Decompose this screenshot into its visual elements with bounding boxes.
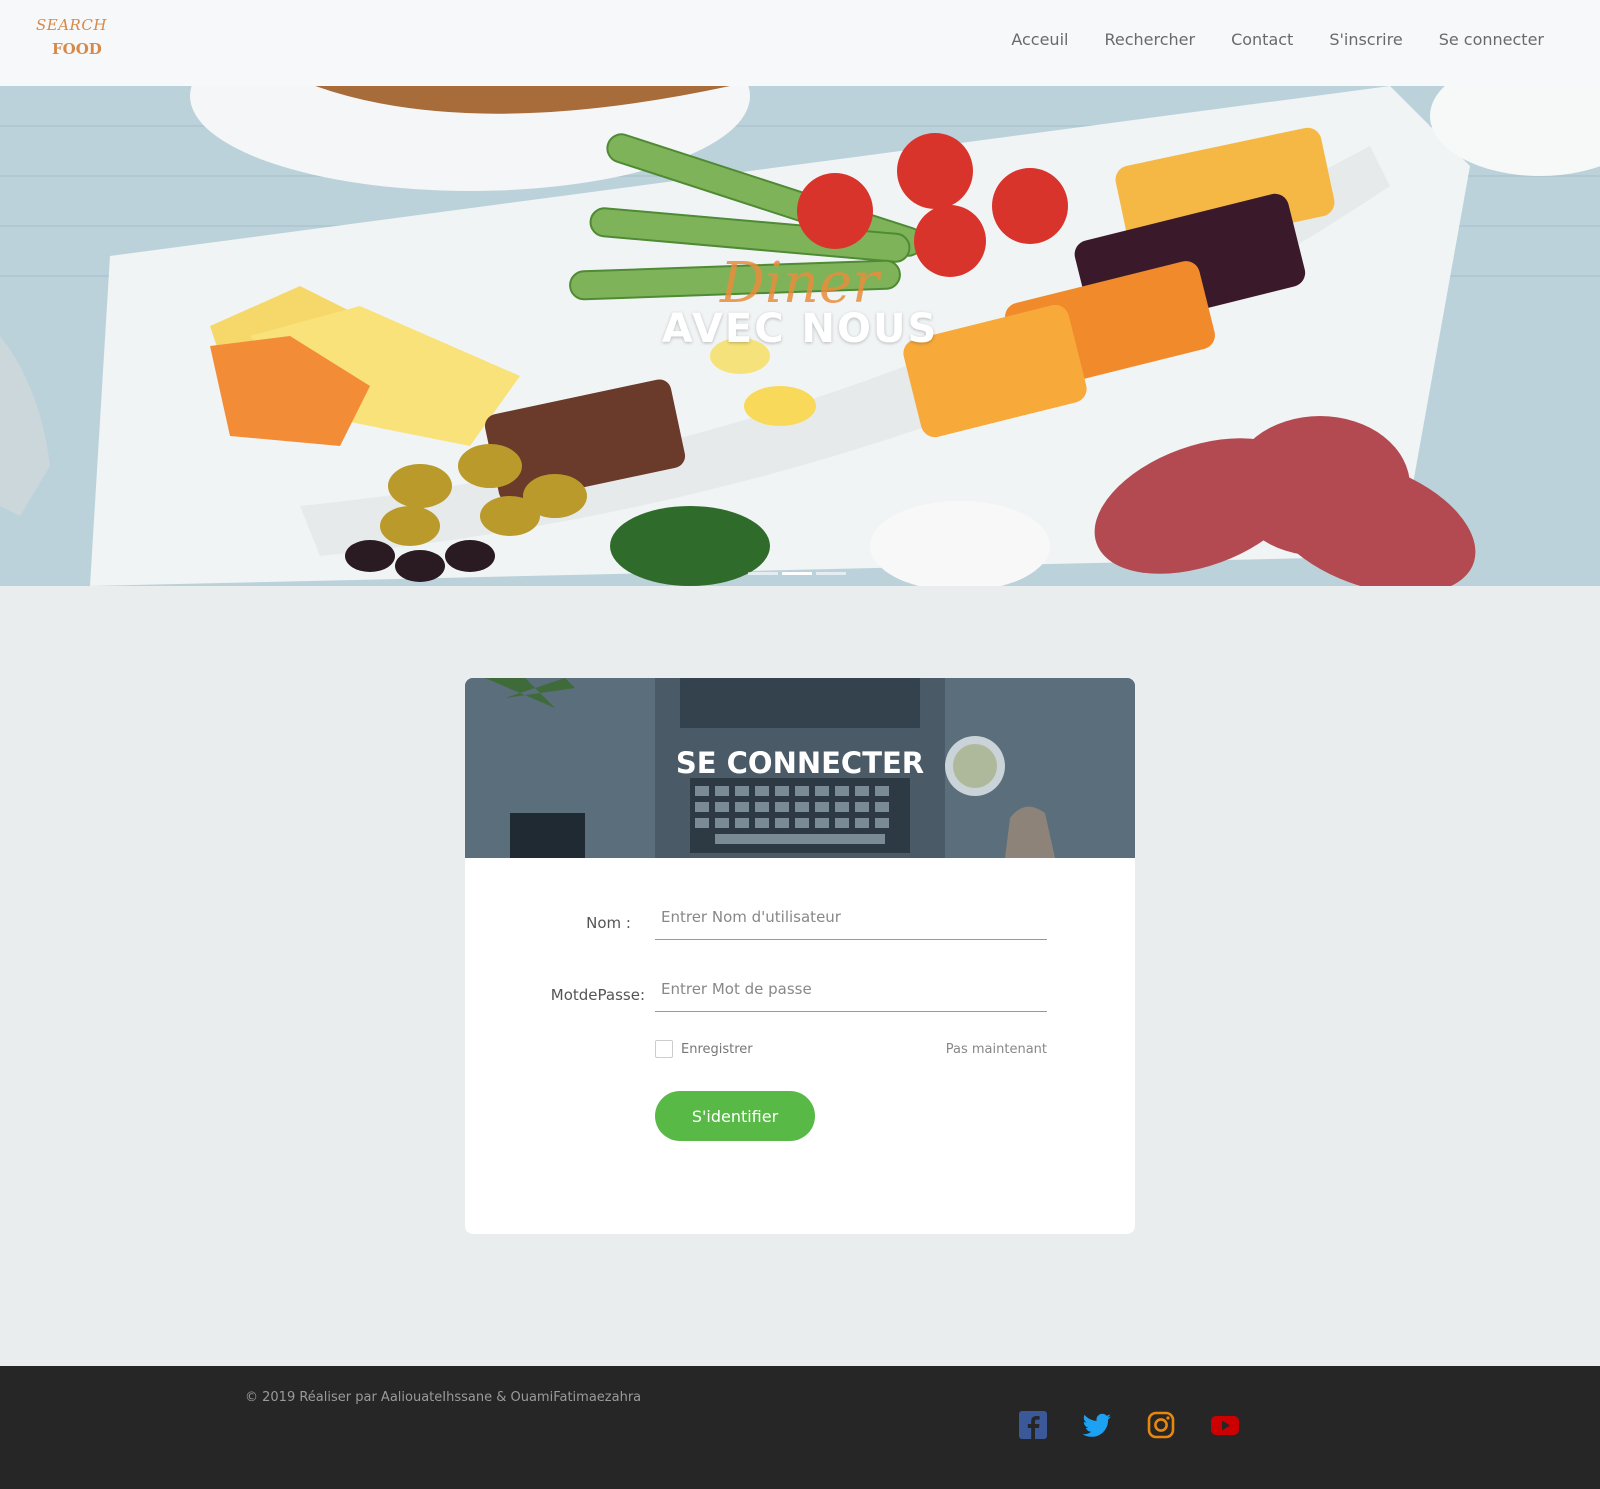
site-footer: © 2019 Réaliser par AaliouateIhssane & O… (0, 1366, 1600, 1489)
site-header: SEARCH FOOD Acceuil Rechercher Contact S… (0, 0, 1600, 86)
login-card-header: SE CONNECTER (465, 678, 1135, 858)
not-now-link[interactable]: Pas maintenant (946, 1042, 1047, 1057)
remember-label: Enregistrer (681, 1041, 753, 1057)
facebook-icon[interactable] (1018, 1410, 1048, 1440)
nav-item-contact[interactable]: Contact (1231, 30, 1293, 49)
carousel-dot-active[interactable] (782, 572, 812, 575)
login-card: SE CONNECTER Nom : MotdePasse: Enregistr… (465, 678, 1135, 1234)
nav-item-rechercher[interactable]: Rechercher (1104, 30, 1195, 49)
logo-line-1: SEARCH (36, 16, 107, 34)
nav-item-sinscrire[interactable]: S'inscrire (1329, 30, 1402, 49)
carousel-indicators (748, 572, 846, 575)
site-logo[interactable]: SEARCH FOOD (36, 16, 108, 64)
remember-me-group: Enregistrer (655, 1040, 753, 1058)
carousel-dot[interactable] (816, 572, 846, 575)
nav-item-se-connecter[interactable]: Se connecter (1439, 30, 1544, 49)
main-nav: Acceuil Rechercher Contact S'inscrire Se… (1011, 30, 1544, 49)
youtube-icon[interactable] (1210, 1410, 1240, 1440)
twitter-icon[interactable] (1082, 1410, 1112, 1440)
social-links (1018, 1410, 1240, 1440)
carousel-dot[interactable] (748, 572, 778, 575)
instagram-icon[interactable] (1146, 1410, 1176, 1440)
hero-banner: Diner AVEC NOUS (0, 86, 1600, 586)
password-label: MotdePasse: (550, 986, 645, 1004)
login-submit-button[interactable]: S'identifier (655, 1091, 815, 1141)
copyright-text: © 2019 Réaliser par AaliouateIhssane & O… (245, 1390, 642, 1405)
nav-item-acceuil[interactable]: Acceuil (1011, 30, 1068, 49)
remember-checkbox[interactable] (655, 1040, 673, 1058)
hero-title: AVEC NOUS (661, 306, 939, 352)
password-input[interactable] (655, 966, 1047, 1012)
name-label: Nom : (586, 914, 631, 932)
logo-line-2: FOOD (52, 40, 102, 58)
username-input[interactable] (655, 894, 1047, 940)
login-title: SE CONNECTER (675, 746, 925, 780)
